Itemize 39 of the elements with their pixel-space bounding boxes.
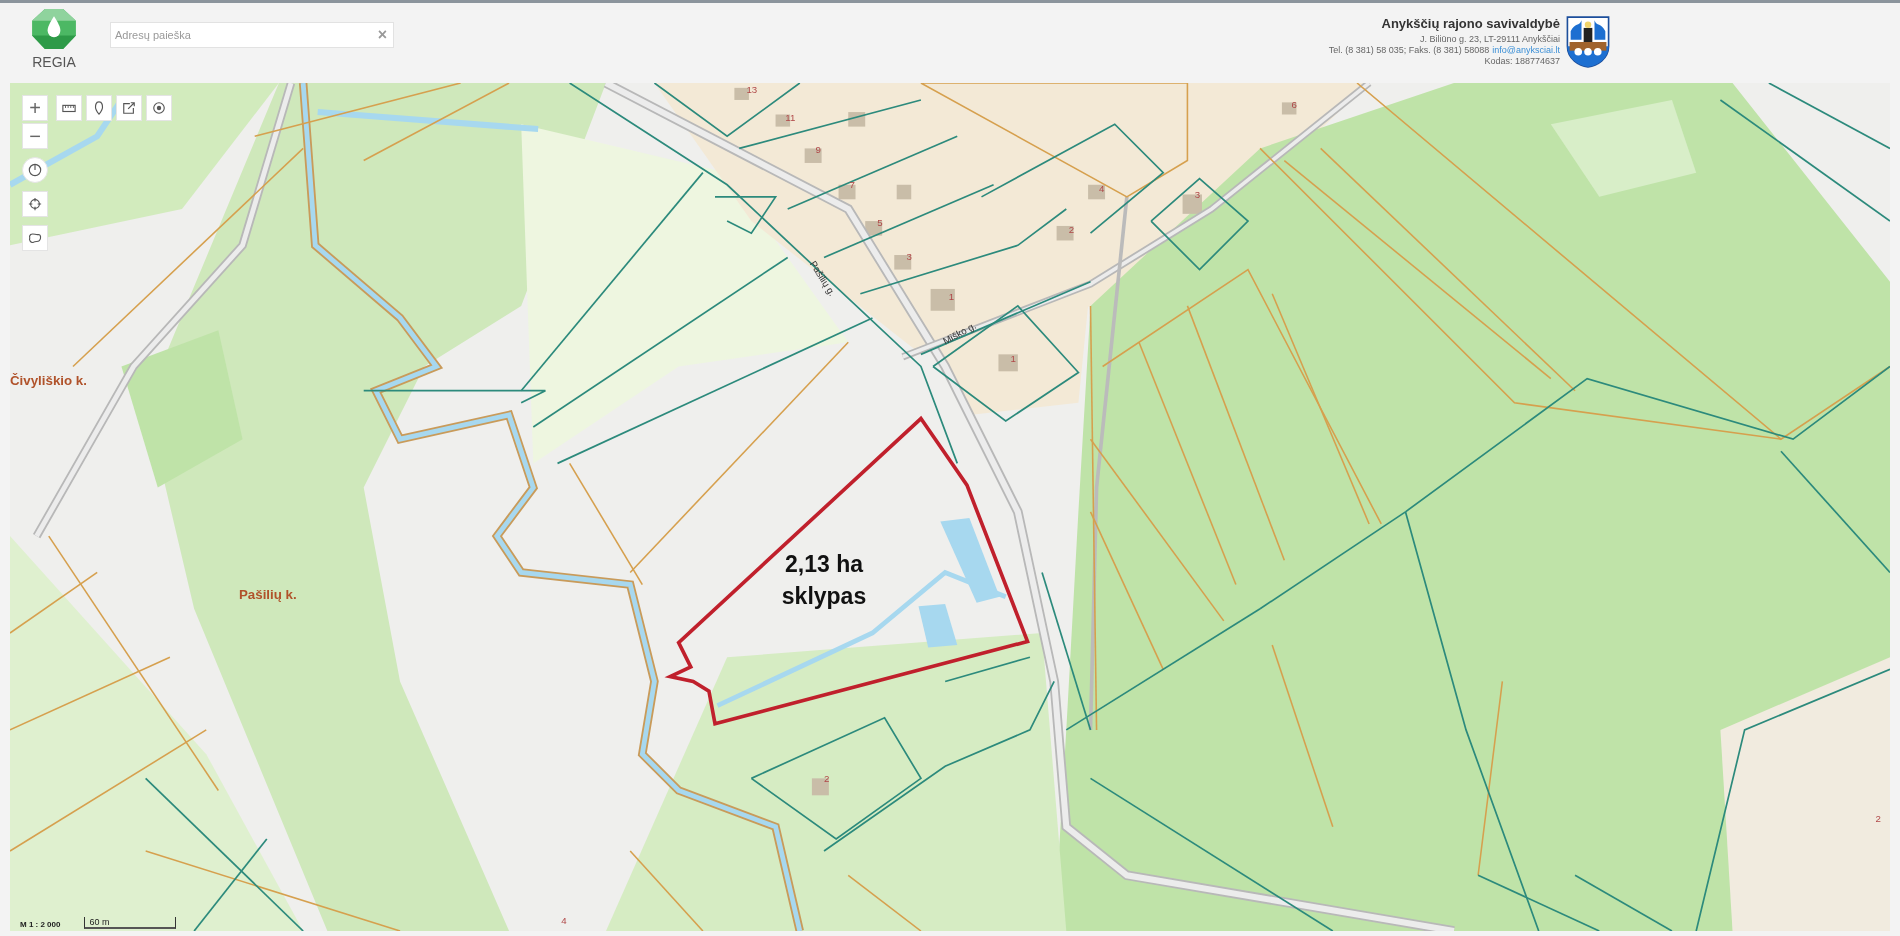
plot-label: 2,13 ha sklypas xyxy=(781,551,867,609)
company-code: Kodas: 188774637 xyxy=(1484,56,1560,67)
municipality-name: Anykščių rajono savivaldybė xyxy=(1381,16,1560,31)
house-number: 3 xyxy=(1194,189,1201,201)
village-label: Čivyliškio k. xyxy=(10,372,87,388)
house-number: 5 xyxy=(877,216,883,228)
scale-ratio: M 1 : 2 000 xyxy=(20,920,61,929)
logo-text: REGIA xyxy=(32,53,76,70)
municipality-address: J. Biliūno g. 23, LT-29111 Anykščiai xyxy=(1419,34,1560,45)
house-number: 4 xyxy=(1099,183,1105,195)
house-number: 2 xyxy=(1875,812,1881,824)
email-link[interactable]: info@anyksciai.lt xyxy=(1492,45,1560,56)
house-number: 11 xyxy=(785,111,796,123)
phone-fax-text: Tel. (8 381) 58 035; Faks. (8 381) 58088 xyxy=(1328,45,1490,56)
target-icon[interactable] xyxy=(146,95,172,121)
export-icon[interactable] xyxy=(116,95,142,121)
zoom-out-button[interactable]: − xyxy=(22,123,48,149)
house-number: 3 xyxy=(906,250,912,262)
street-label: Miško g. xyxy=(940,319,978,347)
village-label: Pašilių k. xyxy=(238,587,297,603)
zoom-in-button[interactable]: + xyxy=(22,95,48,121)
house-number: 6 xyxy=(1291,99,1297,111)
map-pin-icon[interactable] xyxy=(86,95,112,121)
house-number: 4 xyxy=(561,914,567,926)
house-number: 1 xyxy=(948,290,955,302)
clear-button[interactable]: × xyxy=(371,25,393,44)
house-number: 2 xyxy=(824,773,830,784)
lasso-icon[interactable] xyxy=(22,225,48,251)
ruler-icon[interactable] xyxy=(56,95,82,121)
house-number: 9 xyxy=(815,144,821,156)
coat-of-arms-icon xyxy=(1566,15,1610,68)
house-number: 13 xyxy=(746,83,758,95)
locate-icon[interactable] xyxy=(22,191,48,217)
address-search-field[interactable]: Adresų paieška × xyxy=(110,21,394,48)
house-number: 7 xyxy=(849,179,855,191)
house-number: 1 xyxy=(1010,352,1016,364)
scale-bar: 60 m xyxy=(84,917,177,929)
logo-icon xyxy=(30,7,78,50)
house-number: 2 xyxy=(1068,224,1075,236)
